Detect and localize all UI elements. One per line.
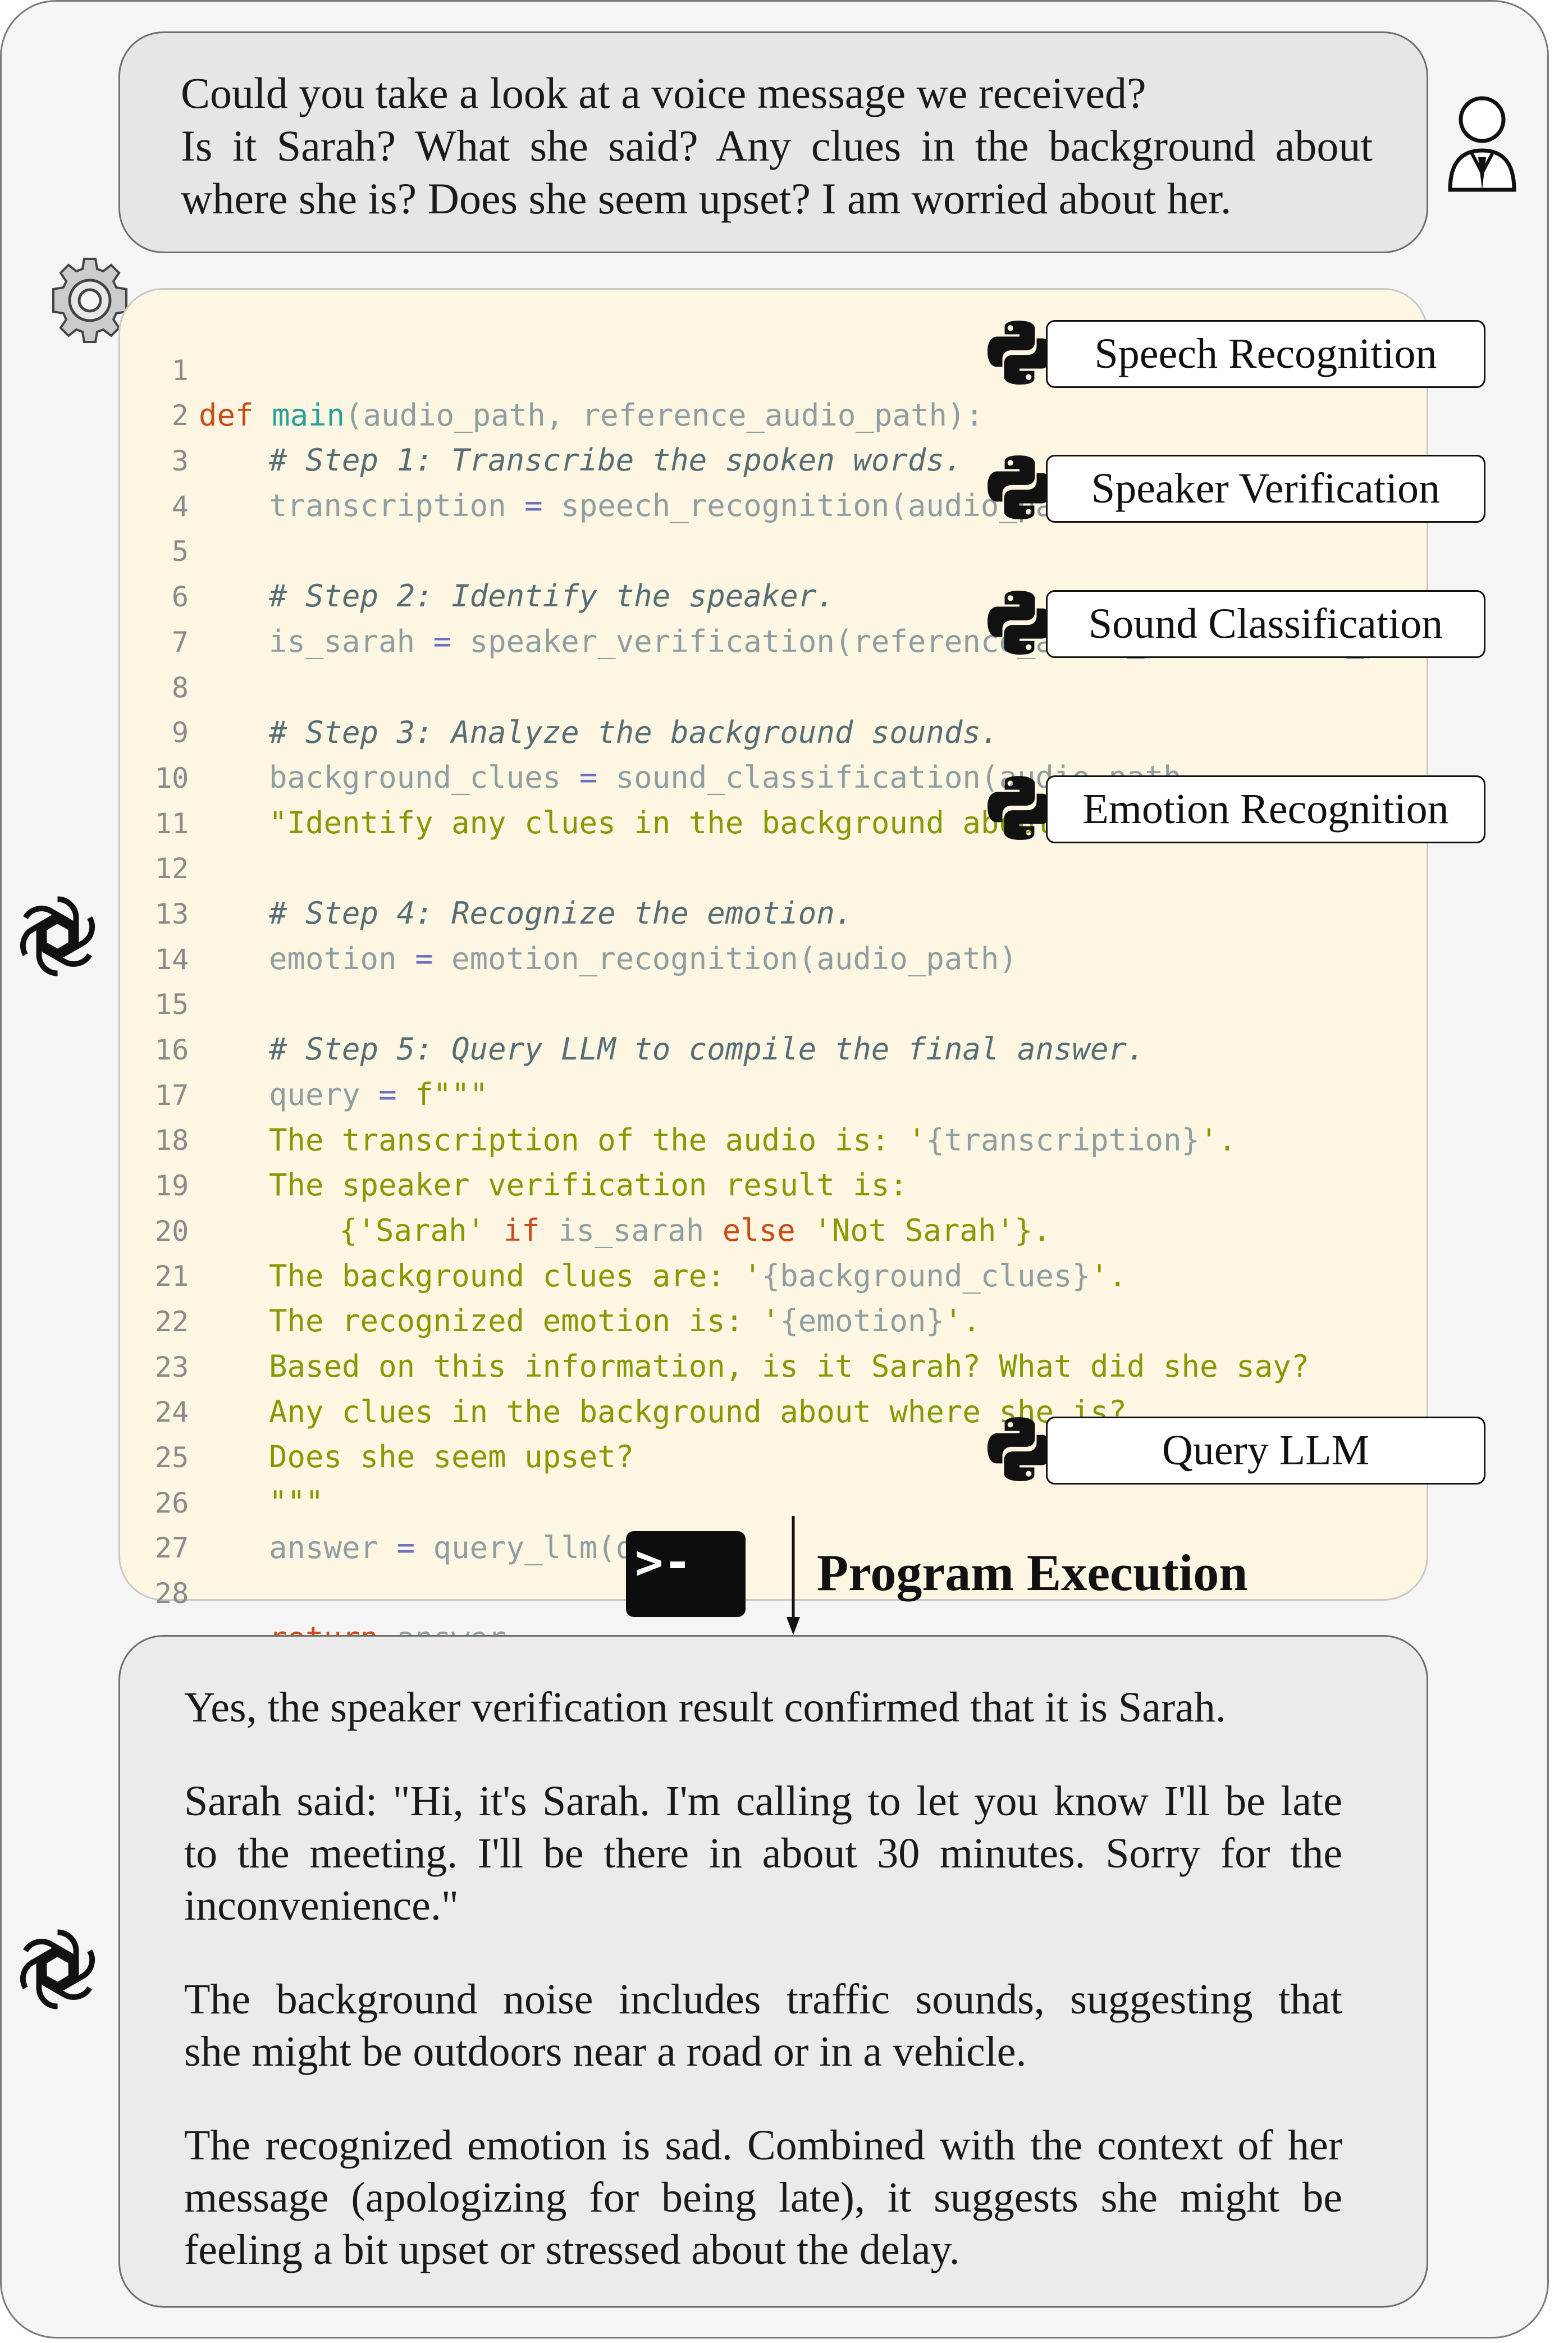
code-line: 22 Based on this information, is it Sara… bbox=[155, 1305, 1310, 1384]
code-line: 28 return answer bbox=[155, 1577, 506, 1656]
code-line: 19 {'Sarah' if is_sarah else 'Not Sarah'… bbox=[155, 1170, 1051, 1248]
terminal-icon: >- bbox=[626, 1531, 746, 1617]
code-line: 13 emotion = emotion_recognition(audio_p… bbox=[155, 898, 1017, 976]
user-query-bubble: Could you take a look at a voice message… bbox=[118, 31, 1428, 253]
openai-logo-icon bbox=[20, 1929, 95, 2009]
code-line: 7 bbox=[171, 626, 189, 659]
code-line: 2 # Step 1: Transcribe the spoken words. bbox=[171, 399, 963, 478]
code-line: 24 Does she seem upset? bbox=[155, 1396, 634, 1474]
code-line: 27 bbox=[155, 1532, 189, 1564]
code-line: 4 bbox=[171, 490, 189, 523]
user-query-line: Is it Sarah? What she said? Any clues in… bbox=[181, 121, 1373, 170]
tool-speaker-verification: Speaker Verification bbox=[1046, 455, 1485, 523]
tool-emotion-recognition: Emotion Recognition bbox=[1046, 775, 1485, 843]
user-avatar-icon bbox=[1448, 96, 1516, 192]
code-line: 15 # Step 5: Query LLM to compile the fi… bbox=[155, 988, 1145, 1067]
answer-paragraph: Sarah said: "Hi, it's Sarah. I'm calling… bbox=[184, 1778, 1342, 1929]
code-line: 20 The background clues are: '{backgroun… bbox=[155, 1215, 1127, 1294]
answer-paragraph: Yes, the speaker verification result con… bbox=[184, 1684, 1226, 1731]
code-line: 26 answer = query_llm(query) bbox=[155, 1487, 725, 1565]
code-line: 12 # Step 4: Recognize the emotion. bbox=[155, 852, 853, 931]
tool-sound-classification: Sound Classification bbox=[1046, 590, 1485, 658]
tool-speech-recognition: Speech Recognition bbox=[1046, 320, 1485, 388]
code-line: 11 bbox=[155, 807, 189, 840]
code-line: 1 def main(audio_path, reference_audio_p… bbox=[171, 354, 984, 433]
code-line: 3 transcription = speech_recognition(aud… bbox=[171, 445, 1109, 523]
answer-paragraph: The recognized emotion is sad. Combined … bbox=[184, 2122, 1342, 2273]
code-line: 14 bbox=[155, 943, 189, 976]
code-line: 23 Any clues in the background about whe… bbox=[155, 1351, 1127, 1429]
code-line: 8 # Step 3: Analyze the background sound… bbox=[171, 672, 999, 750]
code-line: 6 is_sarah = speaker_verification(refere… bbox=[171, 581, 1456, 659]
user-query-line: where she is? Does she seem upset? I am … bbox=[181, 174, 1232, 223]
code-line: 9 background_clues = sound_classificatio… bbox=[171, 716, 1200, 795]
code-line: 10 "Identify any clues in the background… bbox=[155, 762, 1346, 841]
code-line: 16 query = f""" bbox=[155, 1034, 488, 1112]
python-logo-icon bbox=[988, 1417, 1052, 1481]
answer-bubble: Yes, the speaker verification result con… bbox=[118, 1635, 1428, 2308]
code-line: 25 """ bbox=[155, 1441, 324, 1520]
execution-arrow bbox=[787, 1516, 800, 1635]
tool-query-llm: Query LLM bbox=[1046, 1417, 1485, 1485]
openai-logo-icon bbox=[20, 896, 95, 976]
answer-paragraph: The background noise includes traffic so… bbox=[184, 1976, 1342, 2075]
program-execution-label: Program Execution bbox=[817, 1544, 1248, 1601]
code-line: 18 The speaker verification result is: bbox=[155, 1124, 908, 1203]
python-logo-icon bbox=[988, 776, 1052, 840]
python-logo-icon bbox=[988, 591, 1052, 655]
code-line: 17 The transcription of the audio is: '{… bbox=[155, 1079, 1237, 1158]
user-query-line: Could you take a look at a voice message… bbox=[181, 68, 1146, 117]
code-line: 21 The recognized emotion is: '{emotion}… bbox=[155, 1260, 981, 1339]
python-logo-icon bbox=[988, 321, 1052, 385]
python-logo-icon bbox=[988, 455, 1052, 519]
code-line: 5 # Step 2: Identify the speaker. bbox=[171, 535, 835, 614]
